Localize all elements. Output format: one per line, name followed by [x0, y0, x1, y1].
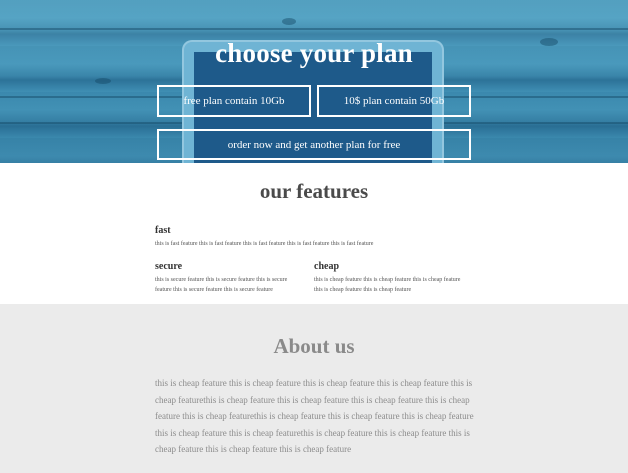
order-now-button[interactable]: order now and get another plan for free	[157, 129, 471, 160]
feature-cheap-text: this is cheap feature this is cheap feat…	[314, 277, 461, 293]
hero-section: choose your plan free plan contain 10Gb …	[0, 0, 628, 163]
wood-knot	[95, 78, 111, 84]
wood-knot	[282, 18, 296, 25]
feature-fast-heading: fast	[155, 225, 171, 236]
features-title: our features	[259, 179, 369, 203]
about-title: About us	[273, 334, 355, 358]
about-section: About us this is cheap feature this is c…	[0, 304, 628, 473]
paid-plan-button[interactable]: 10$ plan contain 50Gb	[317, 85, 471, 117]
about-text: this is cheap feature this is cheap feat…	[155, 378, 474, 454]
feature-secure-text: this is secure feature this is secure fe…	[155, 277, 288, 293]
hero-title: choose your plan	[215, 38, 413, 68]
feature-cheap-heading: cheap	[314, 261, 339, 272]
wood-grain-line	[0, 28, 628, 30]
feature-fast-text: this is fast feature this is fast featur…	[155, 241, 374, 247]
features-section: our features fast this is fast feature t…	[0, 163, 628, 304]
feature-secure-heading: secure	[155, 261, 183, 272]
free-plan-button[interactable]: free plan contain 10Gb	[157, 85, 311, 117]
